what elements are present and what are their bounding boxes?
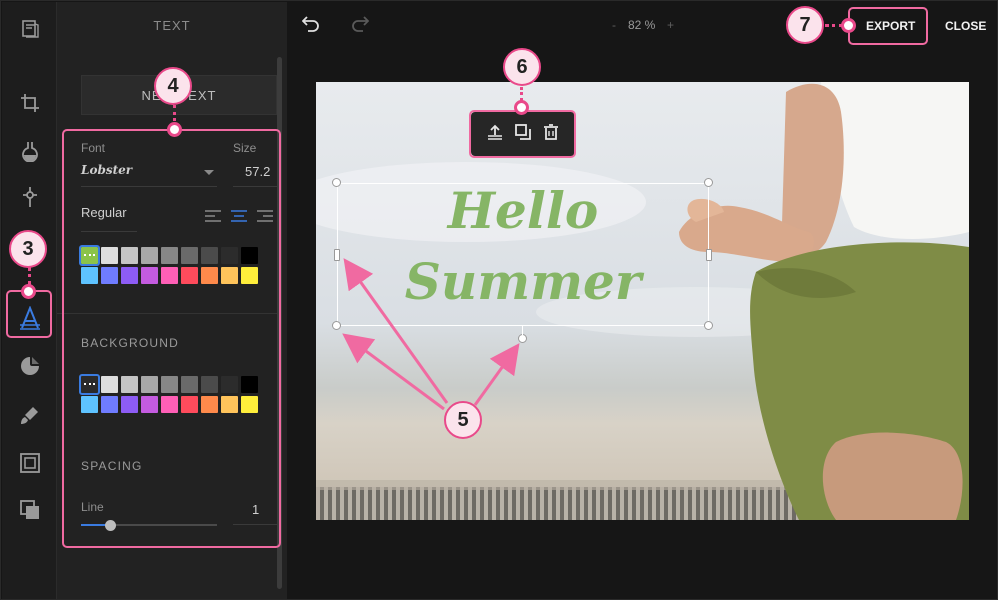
callout-badge-5: 5 (444, 401, 482, 439)
callout-arrows (342, 258, 520, 411)
photo-editor-app: TEXT NEW TEXT Font Lobster Size 57.2 Reg… (0, 0, 998, 600)
